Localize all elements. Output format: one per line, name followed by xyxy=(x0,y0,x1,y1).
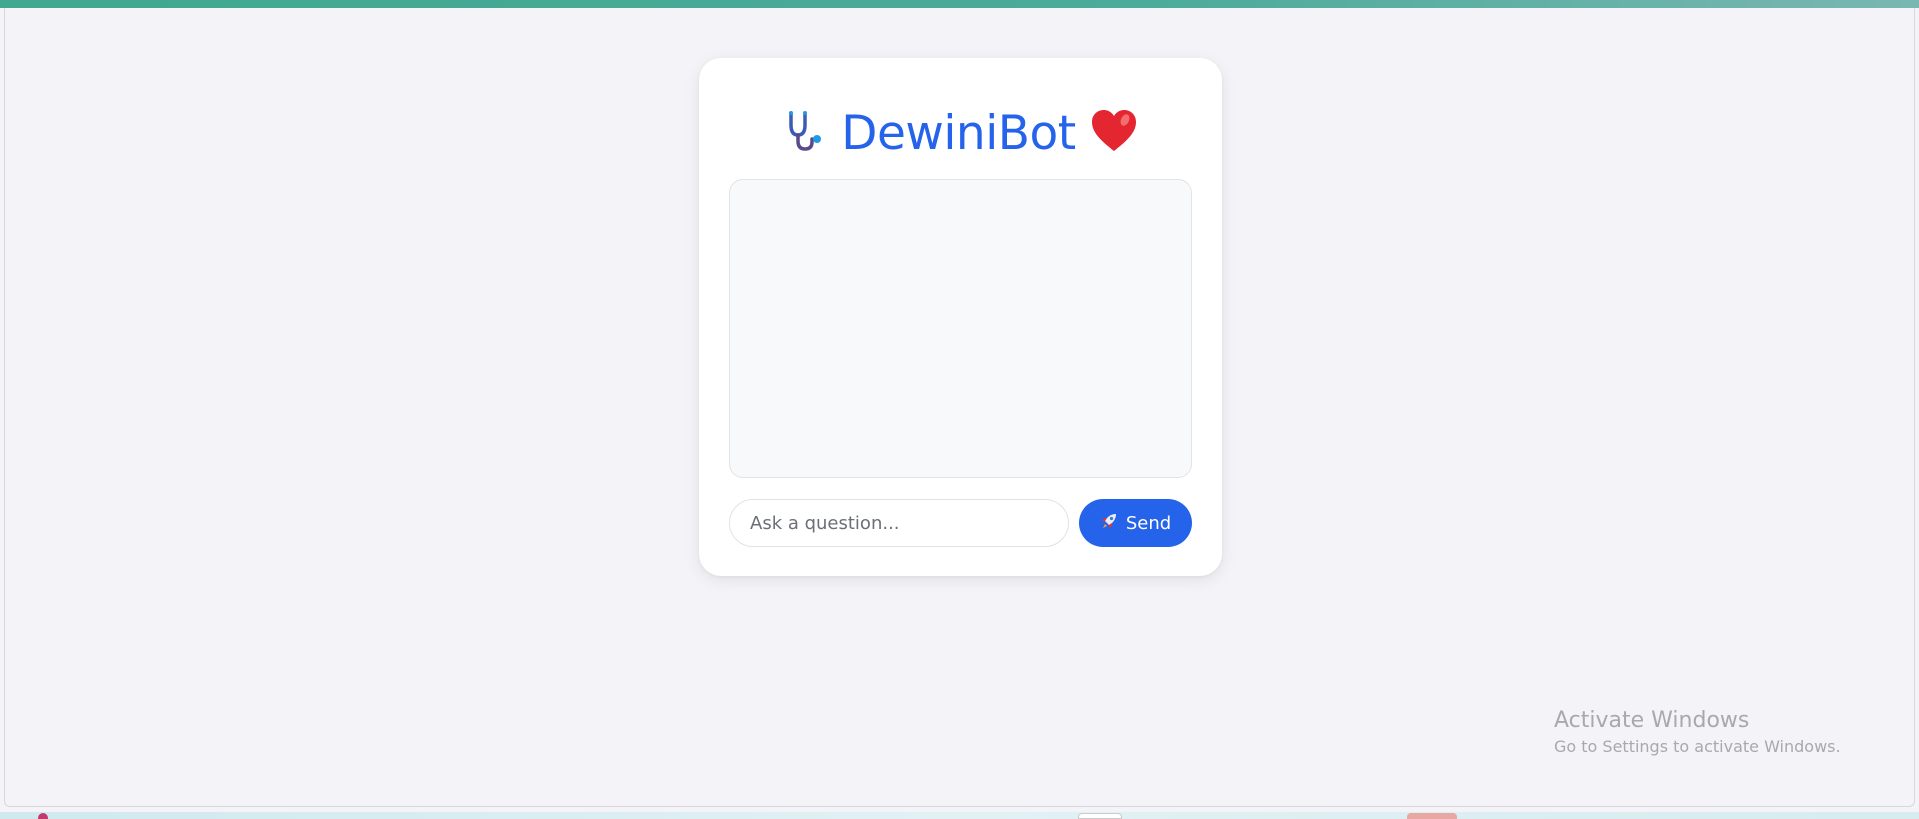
app-header: DewiniBot xyxy=(699,98,1222,168)
taskbar-app-icon[interactable] xyxy=(1078,813,1122,819)
rocket-icon xyxy=(1100,512,1118,535)
app-title: DewiniBot xyxy=(841,105,1076,161)
question-input[interactable] xyxy=(729,499,1069,547)
chatbot-card: DewiniBot Send xyxy=(699,58,1222,576)
send-button[interactable]: Send xyxy=(1079,499,1192,547)
taskbar-app-icon[interactable] xyxy=(1407,813,1457,819)
watermark-subtitle: Go to Settings to activate Windows. xyxy=(1554,737,1841,756)
chat-messages-area[interactable] xyxy=(729,179,1192,478)
activate-windows-watermark: Activate Windows Go to Settings to activ… xyxy=(1554,706,1841,758)
taskbar-edge xyxy=(0,812,1919,819)
red-heart-icon xyxy=(1090,109,1138,157)
taskbar-app-icon[interactable] xyxy=(38,813,48,819)
composer-row: Send xyxy=(729,499,1192,547)
stethoscope-icon xyxy=(783,109,827,157)
watermark-title: Activate Windows xyxy=(1554,708,1750,733)
send-button-label: Send xyxy=(1125,512,1172,534)
top-accent-bar xyxy=(0,0,1919,8)
